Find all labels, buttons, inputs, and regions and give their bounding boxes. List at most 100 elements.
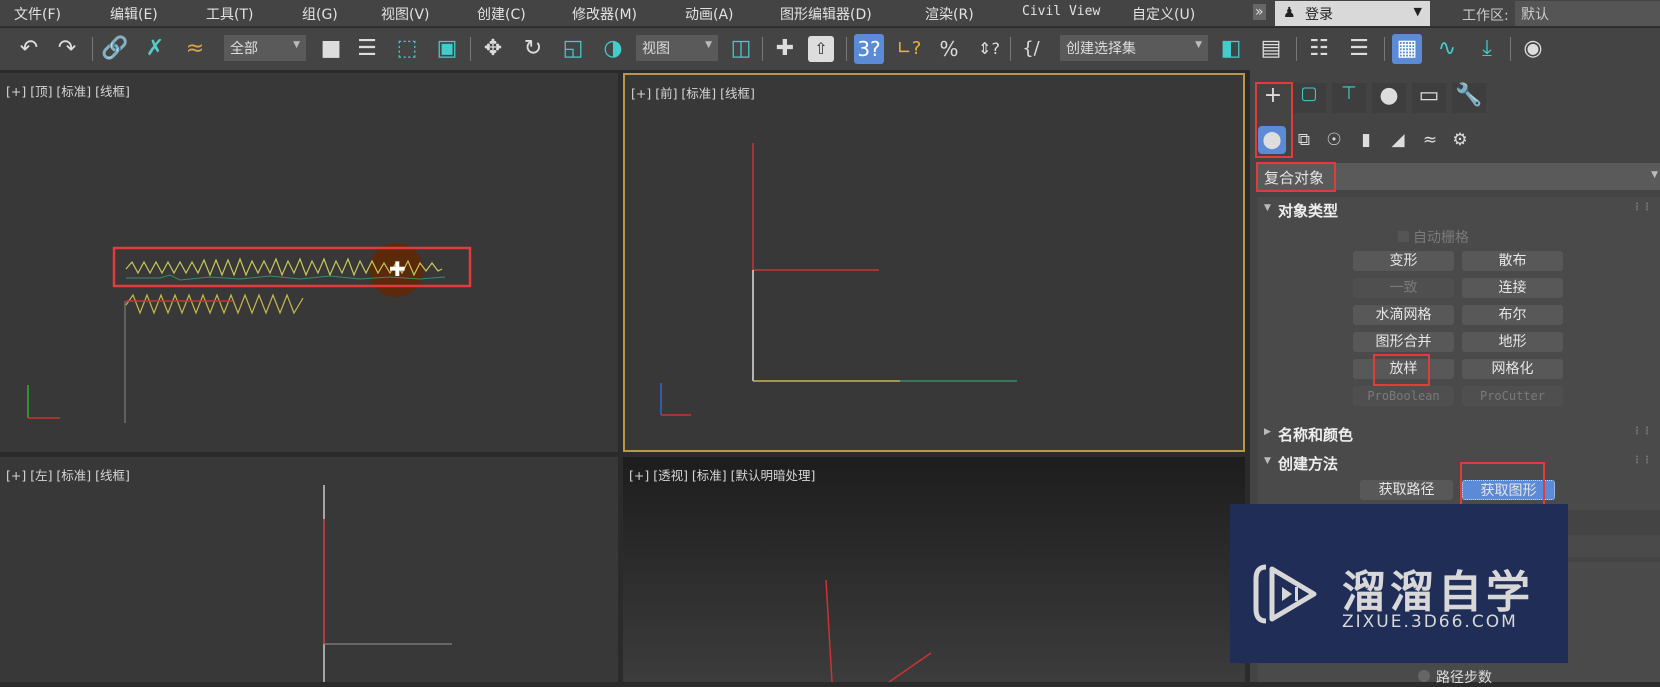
- toolbar-divider: [1010, 37, 1011, 61]
- rotate-icon[interactable]: ↻: [518, 34, 548, 64]
- menu-customize[interactable]: 自定义(U): [1132, 4, 1195, 24]
- viewport-perspective[interactable]: [+] [透视] [标准] [默认明暗处理]: [623, 457, 1245, 682]
- toolbar-divider: [1510, 37, 1511, 61]
- align-icon[interactable]: ▤: [1256, 34, 1286, 64]
- grip-icon: ⋮⋮: [1632, 426, 1652, 437]
- pivot-icon[interactable]: ◫: [726, 34, 756, 64]
- boolean-button[interactable]: 布尔: [1462, 305, 1563, 325]
- angle-snap-icon[interactable]: ∟?: [894, 34, 924, 64]
- collapse-triangle-icon: ▼: [1264, 203, 1271, 213]
- menu-create[interactable]: 创建(C): [477, 4, 526, 24]
- selection-filter-dropdown[interactable]: 全部 ▼: [224, 35, 306, 61]
- path-steps-radio[interactable]: 路径步数: [1418, 667, 1492, 687]
- toolbar-divider: [846, 37, 847, 61]
- mirror-icon[interactable]: ◧: [1216, 34, 1246, 64]
- ribbon-icon[interactable]: ▦: [1392, 34, 1422, 64]
- selection-filter-value: 全部: [230, 41, 258, 57]
- mesher-button[interactable]: 网格化: [1462, 359, 1563, 379]
- viewport-top[interactable]: [+] [顶] [标准] [线框] ✚: [0, 73, 618, 452]
- cameras-icon[interactable]: ▮: [1352, 126, 1380, 154]
- rollout-title: 对象类型: [1278, 202, 1339, 220]
- reference-coordinate-value: 视图: [642, 41, 670, 57]
- select-by-name-icon[interactable]: ☰: [352, 34, 382, 64]
- menu-graph-editors[interactable]: 图形编辑器(D): [780, 4, 872, 24]
- scale-icon[interactable]: ◱: [558, 34, 588, 64]
- scatter-button[interactable]: 散布: [1462, 251, 1563, 271]
- menu-group[interactable]: 组(G): [302, 4, 338, 24]
- chevron-down-icon: ▼: [293, 40, 300, 50]
- morph-button[interactable]: 变形: [1353, 251, 1454, 271]
- keyboard-shortcut-icon[interactable]: ✚: [770, 34, 800, 64]
- rect-selection-icon[interactable]: ⬚: [392, 34, 422, 64]
- menu-edit[interactable]: 编辑(E): [110, 4, 158, 24]
- menu-views[interactable]: 视图(V): [381, 4, 430, 24]
- toolbar-divider: [92, 37, 93, 61]
- rollout-header-creation-method[interactable]: ▼ 创建方法 ⋮⋮: [1258, 450, 1660, 474]
- space-warps-icon[interactable]: ≈: [1416, 126, 1444, 154]
- chevron-down-icon: ▼: [705, 40, 712, 50]
- material-editor-icon[interactable]: ◉: [1518, 34, 1548, 64]
- motion-icon[interactable]: ●: [1372, 83, 1406, 113]
- menu-overflow-button[interactable]: »: [1253, 4, 1266, 20]
- menu-animation[interactable]: 动画(A): [685, 4, 734, 24]
- move-cursor-icon: ✚: [389, 257, 406, 281]
- watermark-logo: 溜溜自学 ZIXUE.3D66.COM: [1230, 504, 1568, 663]
- spline-wave-2: [125, 293, 304, 315]
- display-icon[interactable]: ▭: [1412, 83, 1446, 113]
- edit-named-sets-icon[interactable]: {/: [1016, 34, 1046, 64]
- reference-coordinate-dropdown[interactable]: 视图 ▼: [636, 35, 718, 61]
- unlink-icon[interactable]: ✗: [140, 34, 170, 64]
- terrain-button[interactable]: 地形: [1462, 332, 1563, 352]
- procutter-button: ProCutter: [1462, 386, 1563, 406]
- lights-icon[interactable]: ☉: [1320, 126, 1348, 154]
- proboolean-button: ProBoolean: [1353, 386, 1454, 406]
- link-icon[interactable]: 🔗: [100, 34, 130, 64]
- named-selection-dropdown[interactable]: 创建选择集 ▼: [1060, 35, 1208, 61]
- viewport-left[interactable]: [+] [左] [标准] [线框]: [0, 457, 618, 682]
- layer-explorer-icon[interactable]: ☰: [1344, 34, 1374, 64]
- snap-3d-icon[interactable]: 3?: [854, 34, 884, 64]
- path-steps-label: 路径步数: [1436, 670, 1492, 686]
- x-axis-line: [888, 652, 932, 682]
- redo-icon[interactable]: ↷: [52, 34, 82, 64]
- menu-rendering[interactable]: 渲染(R): [925, 4, 974, 24]
- window-crossing-icon[interactable]: ▣: [432, 34, 462, 64]
- bind-space-warp-icon[interactable]: ≈: [180, 34, 210, 64]
- systems-icon[interactable]: ⚙: [1446, 126, 1474, 154]
- menu-modifiers[interactable]: 修改器(M): [572, 4, 637, 24]
- select-object-icon[interactable]: ■: [316, 34, 346, 64]
- chevron-down-icon: ▼: [1651, 170, 1658, 180]
- viewport-front[interactable]: [+] [前] [标准] [线框]: [623, 73, 1245, 452]
- workspace-dropdown[interactable]: 默认: [1515, 1, 1660, 26]
- viewport-left-scene: [323, 485, 452, 682]
- menu-file[interactable]: 文件(F): [14, 4, 61, 24]
- rollout-header-object-type[interactable]: ▼ 对象类型 ⋮⋮: [1258, 197, 1660, 221]
- shapes-icon[interactable]: ⧉: [1290, 126, 1318, 154]
- user-icon: ♟: [1283, 5, 1296, 21]
- checkbox-box: [1398, 231, 1409, 242]
- shapemerge-button[interactable]: 图形合并: [1353, 332, 1454, 352]
- move-icon[interactable]: ✥: [478, 34, 508, 64]
- rollout-header-name-color[interactable]: ▶ 名称和颜色 ⋮⋮: [1258, 421, 1660, 445]
- connect-button[interactable]: 连接: [1462, 278, 1563, 298]
- chevron-down-icon: ▼: [1195, 40, 1202, 50]
- scene-explorer-icon[interactable]: ☷: [1304, 34, 1334, 64]
- schematic-icon[interactable]: ⤓: [1472, 34, 1502, 64]
- blobmesh-button[interactable]: 水滴网格: [1353, 305, 1454, 325]
- undo-icon[interactable]: ↶: [14, 34, 44, 64]
- helpers-icon[interactable]: ◢: [1384, 126, 1412, 154]
- login-label: 登录: [1305, 7, 1333, 23]
- utilities-icon[interactable]: 🔧: [1452, 83, 1486, 113]
- menu-civil-view[interactable]: Civil View: [1022, 4, 1100, 19]
- curve-editor-icon[interactable]: ∿: [1432, 34, 1462, 64]
- toolbar-divider: [1384, 37, 1385, 61]
- login-dropdown[interactable]: ♟ 登录 ▼: [1275, 1, 1430, 26]
- spinner-snap-icon[interactable]: ⇕?: [974, 34, 1004, 64]
- placement-icon[interactable]: ◑: [598, 34, 628, 64]
- get-path-button[interactable]: 获取路径: [1360, 480, 1453, 500]
- percent-snap-icon[interactable]: %: [934, 34, 964, 64]
- modify-icon[interactable]: ▢: [1292, 83, 1326, 113]
- hierarchy-icon[interactable]: ⊤: [1332, 83, 1366, 113]
- snap-toggle-icon[interactable]: ⇧: [808, 36, 834, 62]
- menu-tools[interactable]: 工具(T): [206, 4, 253, 24]
